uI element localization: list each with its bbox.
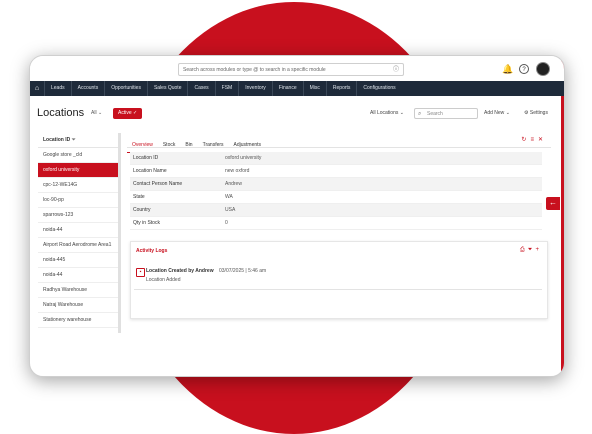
top-bar: Search across modules or type @ to searc… xyxy=(30,56,564,81)
nav-item-sales-quote[interactable]: Sales Quote xyxy=(146,81,188,96)
settings-label: Settings xyxy=(529,110,548,116)
info-icon[interactable]: ⓘ xyxy=(393,64,399,77)
nav-item-finance[interactable]: Finance xyxy=(271,81,303,96)
activity-logs-card: Activity Logs ⎙⏷+ ▪ Location Created by … xyxy=(130,241,548,319)
tab-stock[interactable]: Stock xyxy=(158,138,181,152)
activity-entry-subtitle: Location Added xyxy=(146,277,181,283)
activity-actions: ⎙⏷+ xyxy=(520,247,542,254)
all-locations-dropdown[interactable]: All Locations ⌄ xyxy=(370,110,404,116)
detail-value: WA xyxy=(225,194,233,200)
search-icon: ⌕ xyxy=(418,111,422,117)
home-icon[interactable]: ⌂ xyxy=(30,85,44,92)
sidebar-item[interactable]: loc-90-pp xyxy=(38,193,118,208)
sidebar-item[interactable]: noida-44 xyxy=(38,268,118,283)
page-title: Locations xyxy=(37,107,85,119)
tab-overview[interactable]: Overview xyxy=(127,138,158,153)
filter-icon[interactable]: ⏷ xyxy=(72,137,76,143)
avatar[interactable] xyxy=(536,62,550,76)
sidebar-item[interactable]: noida-445 xyxy=(38,253,118,268)
nav-item-fsm[interactable]: FSM xyxy=(214,81,239,96)
all-locations-label: All Locations xyxy=(370,110,399,116)
nav-item-cases[interactable]: Cases xyxy=(187,81,214,96)
bell-icon[interactable]: 🔔 xyxy=(502,64,513,74)
chevron-down-icon: ⌄ xyxy=(97,110,103,116)
nav-item-inventory[interactable]: Inventory xyxy=(238,81,272,96)
list-search-input[interactable]: ⌕ Search xyxy=(414,108,478,119)
detail-panel: Overview Stock Bin Transfers Adjustments ↻≡✕… xyxy=(127,133,551,363)
help-icon[interactable]: ? xyxy=(519,64,529,74)
page-header: Locations All ⌄ Active ✓ All Locations ⌄… xyxy=(30,100,564,126)
settings-button[interactable]: ⚙ Settings xyxy=(524,110,548,116)
tab-bin[interactable]: Bin xyxy=(180,138,197,152)
detail-value: 0 xyxy=(225,220,228,226)
filter-label: All xyxy=(91,110,97,116)
main-nav: ⌂ Leads Accounts Opportunities Sales Quote C… xyxy=(30,81,564,96)
add-new-button[interactable]: Add New ⌄ xyxy=(484,110,510,116)
detail-row: Contact Person Name Andrew xyxy=(130,178,542,191)
location-list: Location ID ⏷ Google store _cld oxford un… xyxy=(38,133,119,333)
detail-row: Country USA xyxy=(130,204,542,217)
location-list-header[interactable]: Location ID ⏷ xyxy=(38,133,118,148)
add-icon[interactable]: + xyxy=(535,247,542,253)
global-search-placeholder: Search across modules or type @ to searc… xyxy=(183,67,326,73)
sidebar-item[interactable]: Radhya Warehouse xyxy=(38,283,118,298)
tab-adjustments[interactable]: Adjustments xyxy=(229,138,267,152)
detail-tabs: Overview Stock Bin Transfers Adjustments ↻≡✕ xyxy=(127,133,551,153)
menu-icon[interactable]: ≡ xyxy=(530,137,538,143)
nav-item-misc[interactable]: Misc xyxy=(302,81,326,96)
detail-label: Country xyxy=(133,207,151,213)
app-window: Search across modules or type @ to searc… xyxy=(29,55,565,377)
sidebar-item[interactable]: cpc-12-WE14G xyxy=(38,178,118,193)
sidebar-item[interactable]: Stationery warehouse xyxy=(38,313,118,328)
activity-entry-title: Location Created by Andrew xyxy=(146,268,214,274)
detail-label: Contact Person Name xyxy=(133,181,183,187)
activity-entry-time: 03/07/2025 | 5:46 am xyxy=(219,268,267,274)
detail-label: Qty in Stock xyxy=(133,220,160,226)
sidebar-item[interactable]: Natraj Warehouse xyxy=(38,298,118,313)
collapse-panel-button[interactable]: ← xyxy=(546,197,560,210)
detail-row: Location Name new oxford xyxy=(130,165,542,178)
tab-transfers[interactable]: Transfers xyxy=(198,138,229,152)
detail-value: USA xyxy=(225,207,236,213)
nav-item-opportunities[interactable]: Opportunities xyxy=(104,81,147,96)
activity-logs-title: Activity Logs xyxy=(136,248,168,254)
detail-row: Qty in Stock 0 xyxy=(130,217,542,230)
nav-item-leads[interactable]: Leads xyxy=(44,81,71,96)
detail-label: State xyxy=(133,194,145,200)
gear-icon: ⚙ xyxy=(524,110,529,116)
detail-value: oxford university xyxy=(225,155,262,161)
active-button[interactable]: Active ✓ xyxy=(113,108,143,119)
arrow-left-icon: ← xyxy=(549,198,557,207)
sidebar-scrollbar[interactable] xyxy=(118,133,121,333)
print-icon[interactable]: ⎙ xyxy=(520,247,528,253)
detail-label: Location Name xyxy=(133,168,167,174)
close-icon[interactable]: ✕ xyxy=(538,137,547,143)
sidebar-item[interactable]: Google store _cld xyxy=(38,148,118,163)
sidebar-item[interactable]: oxford university xyxy=(38,163,118,178)
activity-entry: ▪ Location Created by Andrew 03/07/2025 … xyxy=(134,265,542,290)
filter-dropdown[interactable]: All ⌄ xyxy=(91,110,102,116)
sidebar-item[interactable]: sparrows-123 xyxy=(38,208,118,223)
global-search-input[interactable]: Search across modules or type @ to searc… xyxy=(178,63,404,76)
top-icons: 🔔 ? xyxy=(502,62,550,76)
detail-label: Location ID xyxy=(133,155,159,161)
sidebar-item[interactable]: noida-44 xyxy=(38,223,118,238)
chevron-down-icon: ⌄ xyxy=(505,110,510,116)
nav-item-accounts[interactable]: Accounts xyxy=(70,81,105,96)
list-search-placeholder: Search xyxy=(427,111,443,117)
detail-value: new oxford xyxy=(225,168,250,174)
sidebar-item[interactable]: Airport Road Aerodrome Area1 xyxy=(38,238,118,253)
add-new-label: Add New xyxy=(484,110,505,116)
location-id-heading: Location ID xyxy=(43,137,71,143)
detail-table: Location ID oxford university Location Nam… xyxy=(130,152,542,230)
chevron-down-icon: ⌄ xyxy=(399,110,404,116)
nav-item-reports[interactable]: Reports xyxy=(325,81,357,96)
detail-row: Location ID oxford university xyxy=(130,152,542,165)
detail-row: State WA xyxy=(130,191,542,204)
panel-actions: ↻≡✕ xyxy=(521,136,547,143)
log-entry-icon: ▪ xyxy=(136,268,145,277)
detail-value: Andrew xyxy=(225,181,242,187)
nav-item-configurations[interactable]: Configurations xyxy=(356,81,401,96)
